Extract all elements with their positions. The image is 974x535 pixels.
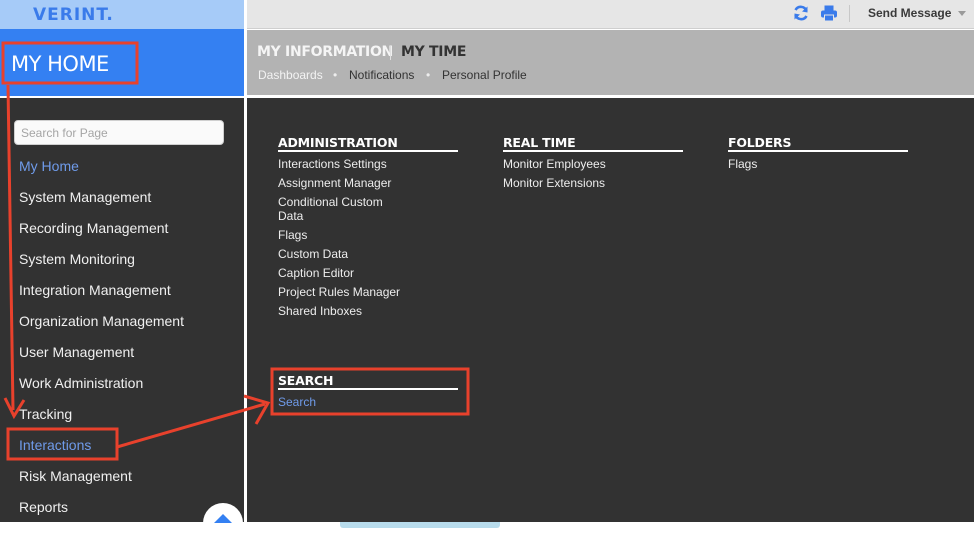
section-title-folders: FOLDERS [728, 135, 792, 150]
section-underline [278, 150, 458, 152]
sidebar-item-recording-management[interactable]: Recording Management [19, 220, 168, 236]
link-custom-data[interactable]: Custom Data [278, 247, 348, 261]
search-page-input[interactable] [14, 120, 224, 145]
link-caption-editor[interactable]: Caption Editor [278, 266, 354, 280]
send-message-button[interactable]: Send Message [868, 6, 951, 20]
verint-logo[interactable]: VERINT. [33, 5, 114, 25]
chevron-down-icon[interactable] [958, 11, 966, 16]
link-monitor-extensions[interactable]: Monitor Extensions [503, 176, 605, 190]
link-search[interactable]: Search [278, 395, 316, 409]
link-shared-inboxes[interactable]: Shared Inboxes [278, 304, 362, 318]
link-folder-flags[interactable]: Flags [728, 157, 757, 171]
sidebar-item-organization-management[interactable]: Organization Management [19, 313, 184, 329]
sublink-personal-profile[interactable]: Personal Profile [442, 68, 527, 82]
sidebar-item-risk-management[interactable]: Risk Management [19, 468, 132, 484]
section-underline [728, 150, 908, 152]
refresh-icon[interactable] [792, 4, 810, 22]
page-title: MY HOME [11, 52, 109, 76]
sidebar-item-work-administration[interactable]: Work Administration [19, 375, 143, 391]
link-assignment-manager[interactable]: Assignment Manager [278, 176, 391, 190]
scroll-to-top-button[interactable] [203, 503, 243, 535]
link-interactions-settings[interactable]: Interactions Settings [278, 157, 387, 171]
info-bar [247, 30, 974, 95]
top-toolbar [247, 0, 974, 29]
link-project-rules-manager[interactable]: Project Rules Manager [278, 285, 400, 299]
tab-my-information[interactable]: MY INFORMATION [257, 44, 393, 60]
sidebar-item-interactions[interactable]: Interactions [19, 437, 91, 453]
sidebar-item-reports[interactable]: Reports [19, 499, 68, 515]
bottom-tab-handle[interactable] [340, 522, 500, 528]
section-title-real-time: REAL TIME [503, 135, 576, 150]
sidebar-item-integration-management[interactable]: Integration Management [19, 282, 171, 298]
toolbar-separator [849, 5, 850, 22]
sublink-notifications[interactable]: Notifications [349, 68, 414, 82]
link-flags[interactable]: Flags [278, 228, 307, 242]
section-title-administration: ADMINISTRATION [278, 135, 398, 150]
section-title-search: SEARCH [278, 373, 334, 388]
sidebar-item-tracking[interactable]: Tracking [19, 406, 72, 422]
sidebar-item-my-home[interactable]: My Home [19, 158, 79, 174]
print-icon[interactable] [820, 4, 838, 22]
link-conditional-custom-data-line2[interactable]: Data [278, 209, 303, 223]
link-conditional-custom-data[interactable]: Conditional Custom [278, 195, 383, 209]
link-monitor-employees[interactable]: Monitor Employees [503, 157, 606, 171]
sidebar-item-user-management[interactable]: User Management [19, 344, 134, 360]
section-underline [503, 150, 683, 152]
section-underline [278, 388, 458, 390]
sublink-dashboards[interactable]: Dashboards [258, 68, 323, 82]
app-root: VERINT. MY HOME My Home System Managemen… [0, 0, 974, 535]
sidebar-item-system-management[interactable]: System Management [19, 189, 151, 205]
tab-my-time[interactable]: MY TIME [401, 44, 466, 60]
sublink-separator: • [426, 68, 431, 82]
tab-separator [390, 46, 391, 60]
sublink-separator: • [333, 68, 338, 82]
arrow-up-icon [214, 514, 232, 523]
sidebar-item-system-monitoring[interactable]: System Monitoring [19, 251, 135, 267]
